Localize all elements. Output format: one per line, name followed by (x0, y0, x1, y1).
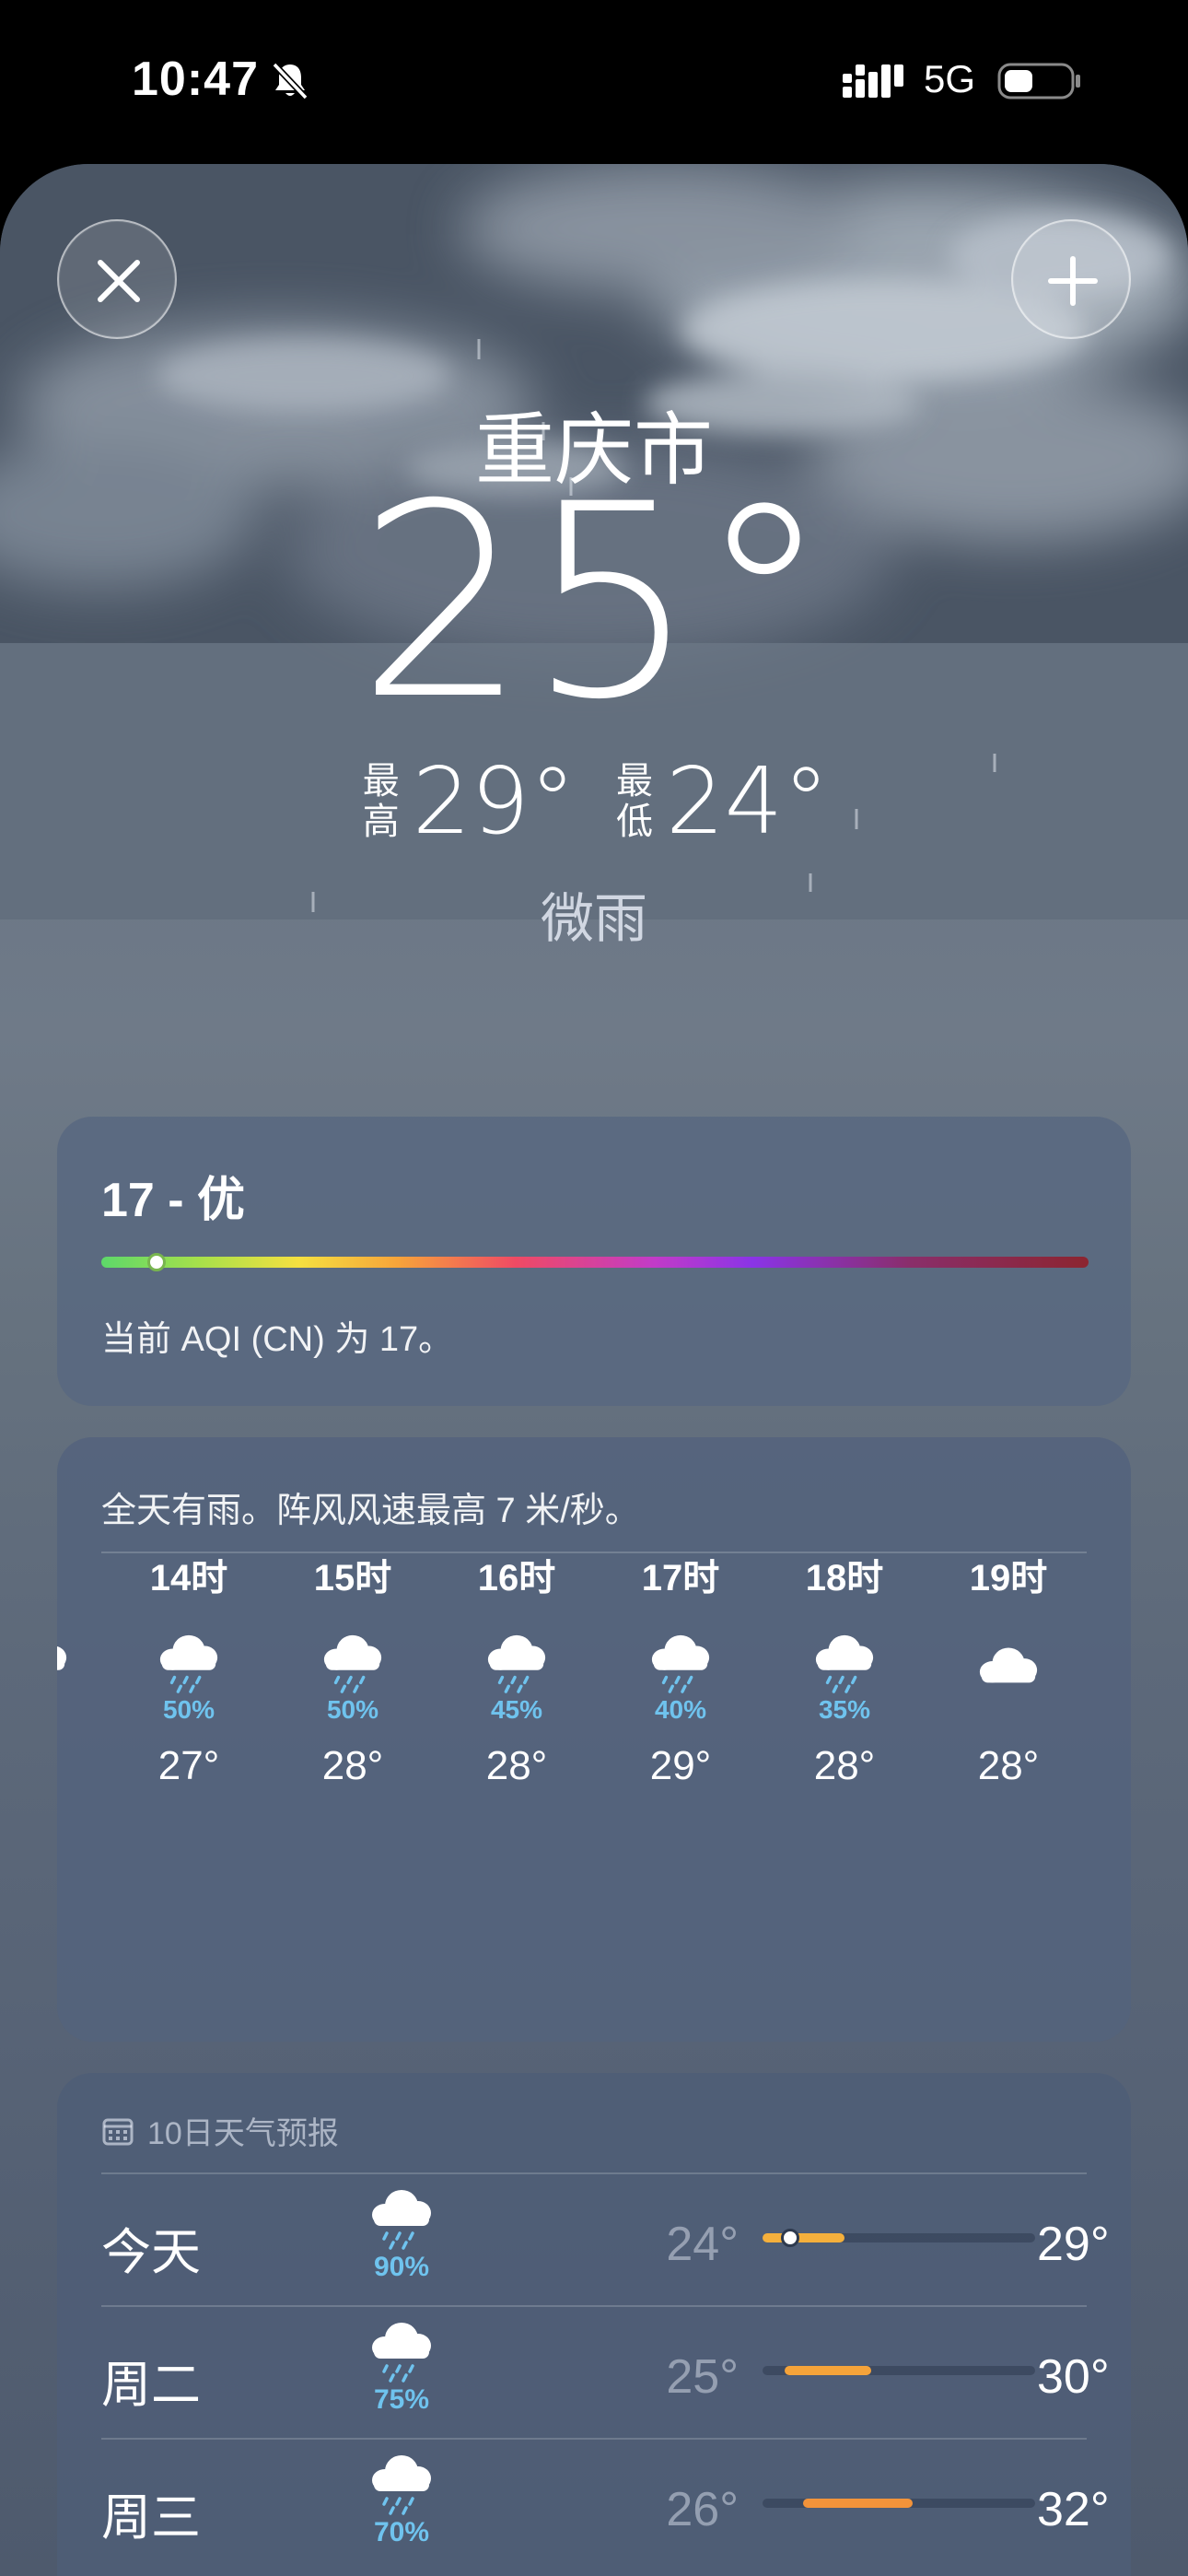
daily-row[interactable]: 周三 70% 26° 32° (57, 2438, 1131, 2570)
hour-icon-wrap (153, 1631, 225, 1695)
status-time: 10:47 (132, 53, 259, 106)
aqi-scale-bar (101, 1253, 1089, 1271)
status-bar: 10:47 5G (0, 0, 1188, 164)
cloud-rain-icon (372, 2323, 431, 2383)
hour-label: 19时 (969, 1558, 1048, 1598)
plus-icon (1048, 256, 1098, 306)
hour-icon-wrap (973, 1631, 1044, 1695)
hour-temperature: 28° (485, 1743, 548, 1788)
precip-chance: 70% (373, 2517, 430, 2547)
high-temperature: 30° (1037, 2350, 1110, 2404)
bell-slash-icon (272, 62, 309, 100)
precip-chance: 90% (373, 2252, 430, 2282)
precip-chance: 45% (490, 1695, 543, 1724)
temperature-range-fill (763, 2233, 844, 2242)
battery-icon (997, 63, 1080, 100)
temperature-range-bar (763, 2499, 1035, 2508)
cloud-rain-icon (323, 1634, 382, 1693)
aqi-description: 当前 AQI (CN) 为 17。 (101, 1320, 454, 1359)
precip-chance: 40% (654, 1695, 707, 1724)
low-temperature: 26° (666, 2483, 739, 2536)
hour-label: 14时 (149, 1558, 228, 1598)
day-icon-wrap (365, 2318, 438, 2384)
hour-label: 15时 (313, 1558, 392, 1598)
low-temperature: 24° (666, 747, 830, 855)
day-icon-wrap (365, 2185, 438, 2252)
day-icon-wrap (365, 2451, 438, 2517)
day-label: 周三 (101, 2490, 201, 2546)
precip-chance: 50% (162, 1695, 215, 1724)
high-label: 最高 (362, 761, 400, 842)
hour-icon-wrap (645, 1631, 716, 1695)
cloud-rain-icon (372, 2455, 431, 2515)
close-icon (98, 260, 140, 302)
add-button[interactable] (1011, 219, 1131, 339)
cloud-rain-icon (372, 2190, 431, 2250)
divider (101, 2438, 1087, 2440)
temperature-range-fill (784, 2366, 872, 2375)
hour-icon-wrap (317, 1631, 389, 1695)
daily-row[interactable]: 周二 75% 25° 30° (57, 2305, 1131, 2438)
hour-temperature: 28° (977, 1743, 1040, 1788)
hourly-list[interactable]: 时%7°14时50%27°15时50%28°16时45%28°17时40%29°… (57, 1548, 1131, 1824)
cloud-rain-icon (57, 1645, 67, 1670)
high-temperature: 29° (1037, 2218, 1110, 2271)
temperature-range-bar (763, 2229, 1035, 2247)
hour-icon-wrap (57, 1631, 74, 1695)
high-low-temperatures: 最高 29° 最低 24° (0, 755, 1188, 848)
high-temperature: 32° (1037, 2483, 1110, 2536)
hour-icon-wrap (481, 1631, 553, 1695)
precip-chance: 50% (326, 1695, 379, 1724)
temperature-range-fill (803, 2499, 913, 2508)
cloud-rain-icon (651, 1634, 710, 1693)
hour-temperature: 29° (649, 1743, 712, 1788)
low-temperature: 25° (666, 2350, 739, 2404)
calendar-icon (102, 2118, 134, 2145)
day-label: 周二 (101, 2358, 201, 2413)
precip-chance: 75% (373, 2384, 430, 2415)
current-temperature-marker (780, 2229, 799, 2247)
hour-icon-wrap (809, 1631, 880, 1695)
hour-temperature: 28° (321, 1743, 384, 1788)
day-label: 今天 (101, 2225, 201, 2280)
close-button[interactable] (57, 219, 177, 339)
network-type: 5G (924, 57, 976, 100)
hourly-summary: 全天有雨。阵风风速最高 7 米/秒。 (101, 1492, 640, 1530)
cloud-rain-icon (159, 1634, 218, 1693)
daily-header: 10日天气预报 (101, 2108, 339, 2153)
temperature-range-bar (763, 2366, 1035, 2375)
hour-temperature: 27° (157, 1743, 220, 1788)
daily-forecast-card[interactable]: 10日天气预报 今天 90% 24° 29° 周二 75% 25° 30° 周三 70% 26° 32… (57, 2073, 1131, 2576)
weather-condition: 微雨 (540, 889, 647, 949)
current-temperature: 25° (356, 448, 831, 758)
cloud-rain-icon (487, 1634, 546, 1693)
low-label: 最低 (616, 761, 653, 842)
cloud-icon (979, 1647, 1038, 1683)
daily-header-label: 10日天气预报 (147, 2116, 339, 2151)
hourly-forecast-card[interactable]: 全天有雨。阵风风速最高 7 米/秒。 时%7°14时50%27°15时50%28… (57, 1437, 1131, 2042)
aqi-indicator (147, 1253, 167, 1271)
high-temperature: 29° (412, 747, 576, 855)
hour-label: 16时 (477, 1558, 556, 1598)
cloud-rain-icon (815, 1634, 874, 1693)
divider (101, 2172, 1087, 2174)
precip-chance: 35% (818, 1695, 871, 1724)
hour-label: 18时 (805, 1558, 884, 1598)
hour-temperature: 28° (813, 1743, 876, 1788)
hour-label: 17时 (641, 1558, 720, 1598)
signal-icon (843, 64, 903, 98)
low-temperature: 24° (666, 2218, 739, 2271)
aqi-card[interactable]: 17 - 优 当前 AQI (CN) 为 17。 (57, 1117, 1131, 1406)
daily-row[interactable]: 今天 90% 24° 29° (57, 2172, 1131, 2305)
divider (101, 2305, 1087, 2307)
aqi-title: 17 - 优 (101, 1174, 246, 1227)
